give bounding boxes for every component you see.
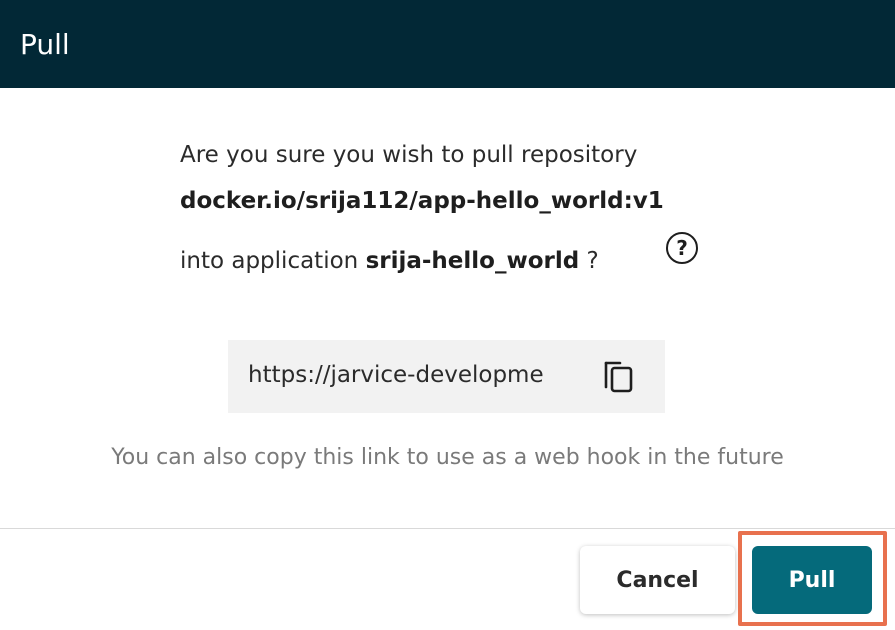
pull-button[interactable]: Pull <box>752 546 872 614</box>
webhook-url-box: https://jarvice-developme <box>228 340 665 413</box>
application-name: srija-hello_world <box>365 248 580 274</box>
copy-icon[interactable] <box>600 356 640 396</box>
footer-divider <box>0 528 895 529</box>
application-line: into application srija-hello_world ? <box>180 248 599 274</box>
dialog-header: Pull <box>0 0 895 88</box>
cancel-button[interactable]: Cancel <box>580 546 735 614</box>
pull-dialog: Pull Are you sure you wish to pull repos… <box>0 0 895 630</box>
dialog-title: Pull <box>20 27 70 61</box>
help-icon[interactable]: ? <box>666 232 698 264</box>
webhook-url[interactable]: https://jarvice-developme <box>248 362 592 388</box>
confirm-question: Are you sure you wish to pull repository <box>180 142 638 168</box>
webhook-hint: You can also copy this link to use as a … <box>111 445 784 470</box>
repository-name: docker.io/srija112/app-hello_world:v1 <box>180 188 664 214</box>
dialog-body: Are you sure you wish to pull repository… <box>0 88 895 528</box>
application-prefix: into application <box>180 248 366 274</box>
application-suffix: ? <box>579 248 599 274</box>
